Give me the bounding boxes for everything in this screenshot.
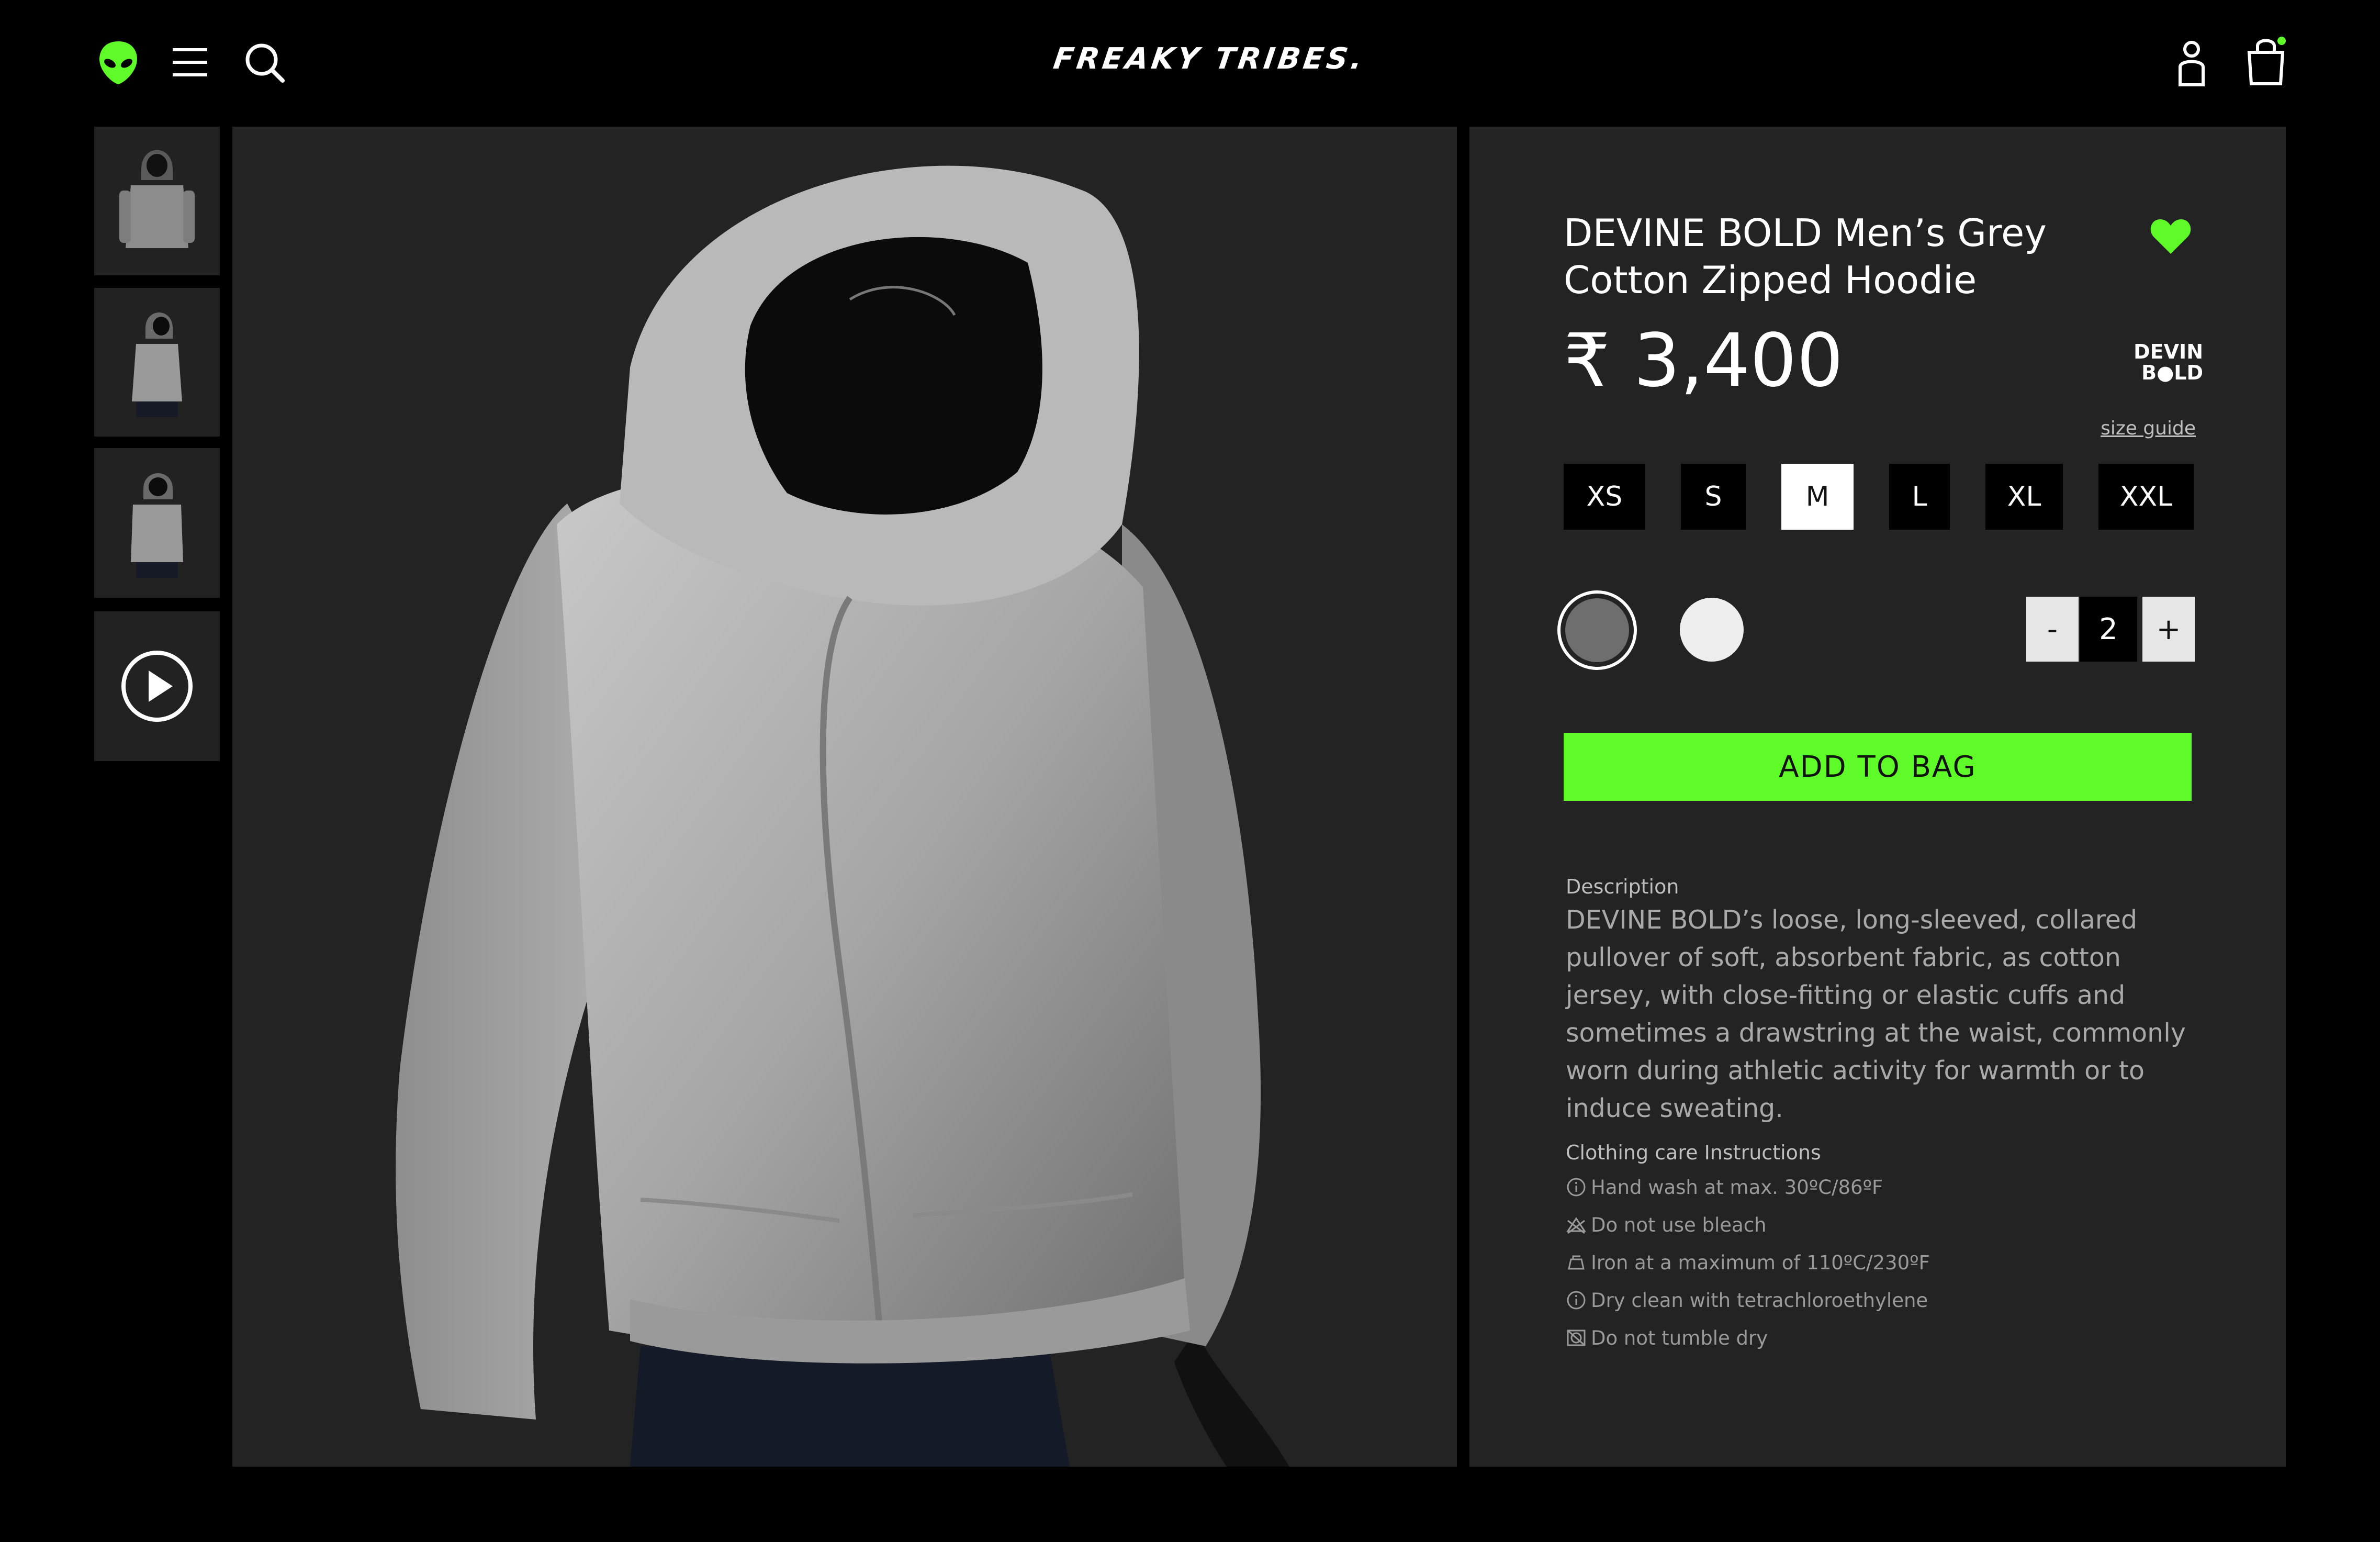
- care-item: Hand wash at max. 30ºC/86ºF: [1566, 1172, 1883, 1202]
- thumbnail-hoodie-angle[interactable]: [94, 448, 220, 598]
- care-item: Iron at a maximum of 110ºC/230ºF: [1566, 1248, 1930, 1277]
- description-label: Description: [1566, 875, 1679, 898]
- color-swatch-grey-fill: [1565, 598, 1629, 662]
- hoodie-image: [396, 165, 1289, 1467]
- site-header: FREAKY TRIBES.: [0, 0, 2380, 126]
- hoodie-thumbnail-image: [131, 473, 183, 578]
- thumbnail-play-video[interactable]: [94, 611, 220, 761]
- product-title-line2: Cotton Zipped Hoodie: [1564, 258, 1977, 302]
- quantity-value[interactable]: 2: [2080, 597, 2137, 662]
- quantity-decrement-button[interactable]: -: [2026, 597, 2079, 662]
- product-main-image: [232, 127, 1457, 1467]
- brand-mark-line2: B●LD: [2141, 361, 2203, 384]
- user-icon[interactable]: [2177, 40, 2206, 87]
- info-icon: [1567, 1178, 1586, 1197]
- shopping-bag-icon[interactable]: [2245, 37, 2287, 87]
- color-swatch-white[interactable]: [1680, 598, 1744, 662]
- size-guide-link[interactable]: size guide: [2088, 418, 2196, 439]
- menu-icon[interactable]: [173, 46, 207, 79]
- brand-logo[interactable]: FREAKY TRIBES.: [1023, 42, 1395, 84]
- alien-logo-icon[interactable]: [97, 39, 139, 86]
- care-item-text: Iron at a maximum of 110ºC/230ºF: [1591, 1251, 1930, 1274]
- add-to-bag-button[interactable]: ADD TO BAG: [1564, 733, 2192, 801]
- size-option-m[interactable]: M: [1781, 464, 1854, 530]
- care-item-text: Do not tumble dry: [1591, 1326, 1768, 1349]
- thumbnail-hoodie-side[interactable]: [94, 288, 220, 437]
- no-bleach-icon: [1566, 1217, 1586, 1234]
- product-title-line1: DEVINE BOLD Men’s Grey: [1564, 211, 2047, 255]
- care-instructions-label: Clothing care Instructions: [1566, 1141, 1821, 1164]
- play-icon: [121, 651, 193, 722]
- product-title: DEVINE BOLD Men’s Grey Cotton Zipped Hoo…: [1564, 209, 2087, 304]
- size-option-xl[interactable]: XL: [1985, 464, 2063, 530]
- brand-mark-line1: DEVIN: [2134, 340, 2203, 363]
- care-item-text: Do not use bleach: [1591, 1213, 1767, 1236]
- quantity-increment-button[interactable]: +: [2142, 597, 2195, 662]
- hoodie-thumbnail-image: [119, 150, 195, 248]
- product-price: ₹ 3,400: [1564, 318, 1844, 404]
- brand-mark-logo: DEVIN B●LD: [2119, 341, 2203, 383]
- care-item-text: Hand wash at max. 30ºC/86ºF: [1591, 1176, 1883, 1199]
- size-option-l[interactable]: L: [1889, 464, 1950, 530]
- color-swatch-grey[interactable]: [1557, 590, 1637, 670]
- care-item-text: Dry clean with tetrachloroethylene: [1591, 1289, 1928, 1312]
- iron-icon: [1568, 1255, 1585, 1270]
- hoodie-thumbnail-image: [132, 312, 182, 417]
- size-option-xs[interactable]: XS: [1564, 464, 1645, 530]
- no-tumble-dry-icon: [1567, 1329, 1586, 1346]
- wishlist-heart-icon[interactable]: [2150, 217, 2192, 255]
- thumbnail-hoodie-front[interactable]: [94, 127, 220, 275]
- size-option-xxl[interactable]: XXL: [2098, 464, 2194, 530]
- size-option-s[interactable]: S: [1681, 464, 1746, 530]
- care-item: Do not use bleach: [1566, 1210, 1767, 1239]
- info-icon: [1567, 1291, 1586, 1310]
- search-icon[interactable]: [244, 42, 286, 84]
- care-item: Do not tumble dry: [1566, 1323, 1768, 1353]
- care-item: Dry clean with tetrachloroethylene: [1566, 1286, 1928, 1315]
- description-text: DEVINE BOLD’s loose, long-sleeved, colla…: [1566, 905, 2186, 1123]
